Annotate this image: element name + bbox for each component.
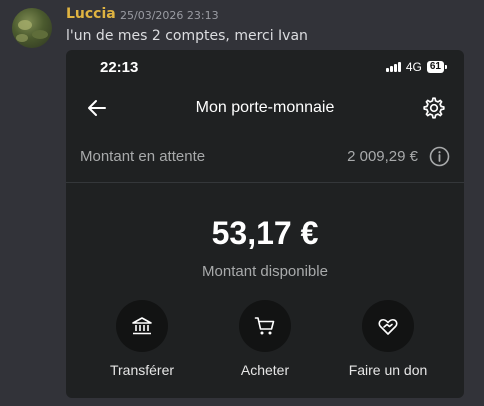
available-balance: 53,17 € <box>211 215 319 251</box>
author-name[interactable]: Luccia <box>66 6 116 22</box>
cart-icon <box>254 317 275 335</box>
bank-icon <box>132 317 152 335</box>
page-title: Mon porte-monnaie <box>195 99 335 116</box>
settings-button[interactable] <box>422 96 446 120</box>
available-balance-label: Montant disponible <box>202 263 328 280</box>
info-button[interactable] <box>429 146 450 167</box>
status-time: 22:13 <box>100 59 139 76</box>
network-type: 4G <box>405 60 422 74</box>
avatar[interactable] <box>12 8 52 48</box>
pending-amount-label: Montant en attente <box>80 148 206 165</box>
wallet-screenshot[interactable]: 22:13 4G 61 Mon porte-monnaie Montant en… <box>66 50 464 398</box>
battery-icon: 61 <box>426 61 448 73</box>
gear-icon <box>423 97 445 119</box>
info-icon <box>429 146 450 167</box>
signal-icon <box>385 62 401 72</box>
message-timestamp: 25/03/2026 23:13 <box>120 9 219 22</box>
transfer-button[interactable]: Transférer <box>87 300 197 378</box>
pending-amount-value: 2 009,29 € <box>347 148 418 165</box>
buy-button[interactable]: Acheter <box>210 300 320 378</box>
buy-label: Acheter <box>240 362 290 378</box>
heart-hand-icon <box>378 318 398 335</box>
donate-button[interactable]: Faire un don <box>333 300 443 378</box>
donate-label: Faire un don <box>348 362 428 378</box>
transfer-label: Transférer <box>109 362 175 378</box>
status-indicators: 4G 61 <box>385 60 448 74</box>
message-text: l'un de mes 2 comptes, merci Ivan <box>66 28 308 44</box>
divider <box>66 182 464 183</box>
